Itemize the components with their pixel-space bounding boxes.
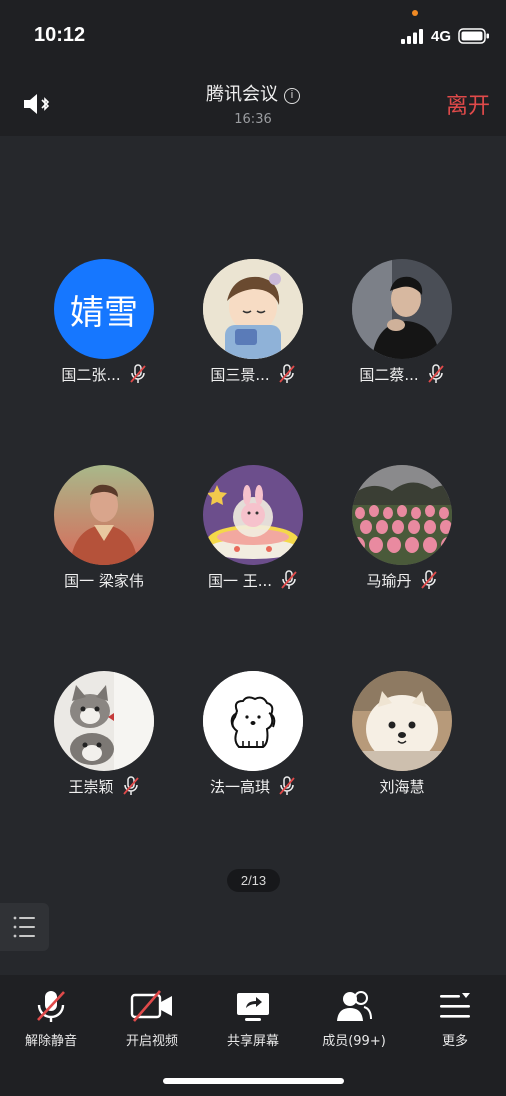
leave-button[interactable]: 离开 — [446, 88, 490, 120]
participant-tile[interactable]: 国二蔡... — [327, 259, 477, 399]
mic-muted-icon — [420, 570, 437, 589]
avatar-photo-man — [352, 259, 452, 359]
participant-tile[interactable]: 国三景... — [178, 259, 328, 399]
meeting-duration: 16:36 — [234, 112, 272, 127]
mic-muted-icon — [281, 570, 297, 589]
participant-tile[interactable]: 国一 王... — [178, 465, 328, 605]
video-off-icon — [130, 990, 172, 1022]
avatar-tulips — [352, 465, 452, 565]
participant-name: 国一 梁家伟 — [64, 571, 144, 590]
participant-name: 刘海慧 — [379, 777, 425, 796]
avatar-rabbit-ufo — [203, 465, 303, 565]
participant-name: 王崇颖 — [68, 777, 114, 796]
list-view-toggle[interactable] — [0, 903, 49, 951]
status-bar: 10:12 4G — [0, 0, 506, 70]
participant-tile[interactable]: 婧雪 国二张... — [29, 259, 179, 399]
network-label: 4G — [431, 28, 452, 45]
mic-muted-icon — [122, 776, 139, 795]
battery-icon — [458, 28, 489, 44]
avatar-text: 婧雪 — [70, 292, 138, 333]
members-label: 成员(99+) — [322, 1034, 386, 1049]
camera-indicator — [412, 10, 418, 16]
participant-tile[interactable]: 国一 梁家伟 — [29, 465, 179, 605]
start-video-button[interactable]: 开启视频 — [102, 989, 202, 1059]
mic-muted-icon — [279, 776, 295, 795]
more-label: 更多 — [441, 1034, 468, 1049]
list-icon — [13, 916, 35, 938]
participant-name: 国二张... — [61, 365, 121, 384]
participant-tile[interactable]: 王崇颖 — [29, 671, 179, 811]
participant-name: 国三景... — [210, 365, 270, 384]
info-icon[interactable]: i — [284, 88, 300, 104]
page-indicator[interactable]: 2/13 — [227, 869, 280, 892]
avatar-pomeranian — [352, 671, 452, 771]
mic-muted-icon — [427, 364, 444, 383]
unmute-label: 解除静音 — [24, 1034, 77, 1049]
avatar-dog-drawing — [203, 671, 303, 771]
meeting-toolbar: 解除静音 开启视频 共享屏幕 成员(99+) 更多 — [0, 975, 506, 1096]
meeting-header: 腾讯会议 i 16:36 离开 — [0, 70, 506, 136]
mic-muted-icon — [129, 364, 146, 383]
share-screen-icon — [237, 993, 269, 1021]
participant-tile[interactable]: 马瑜丹 — [327, 465, 477, 605]
avatar: 婧雪 — [54, 259, 154, 359]
status-time: 10:12 — [34, 24, 86, 46]
start-video-label: 开启视频 — [125, 1034, 178, 1049]
mic-muted-icon — [37, 991, 65, 1022]
avatar-cats — [54, 671, 154, 771]
participant-name: 马瑜丹 — [366, 571, 412, 590]
home-indicator[interactable] — [163, 1078, 344, 1084]
participant-name: 国一 王... — [207, 571, 273, 590]
avatar-photo-man-red — [54, 465, 154, 565]
more-button[interactable]: 更多 — [405, 989, 505, 1059]
members-button[interactable]: 成员(99+) — [304, 989, 404, 1059]
meeting-title[interactable]: 腾讯会议 — [206, 84, 278, 105]
mic-muted-icon — [278, 364, 295, 383]
more-menu-icon — [440, 993, 470, 1018]
unmute-button[interactable]: 解除静音 — [1, 989, 101, 1059]
avatar-cartoon-boy — [203, 259, 303, 359]
participant-name: 国二蔡... — [359, 365, 419, 384]
participant-tile[interactable]: 法一高琪 — [178, 671, 328, 811]
participant-name: 法一高琪 — [209, 777, 270, 796]
share-screen-label: 共享屏幕 — [226, 1034, 279, 1049]
participant-tile[interactable]: 刘海慧 — [327, 671, 477, 811]
signal-icon — [401, 29, 423, 44]
members-icon — [337, 991, 372, 1021]
share-screen-button[interactable]: 共享屏幕 — [203, 989, 303, 1059]
